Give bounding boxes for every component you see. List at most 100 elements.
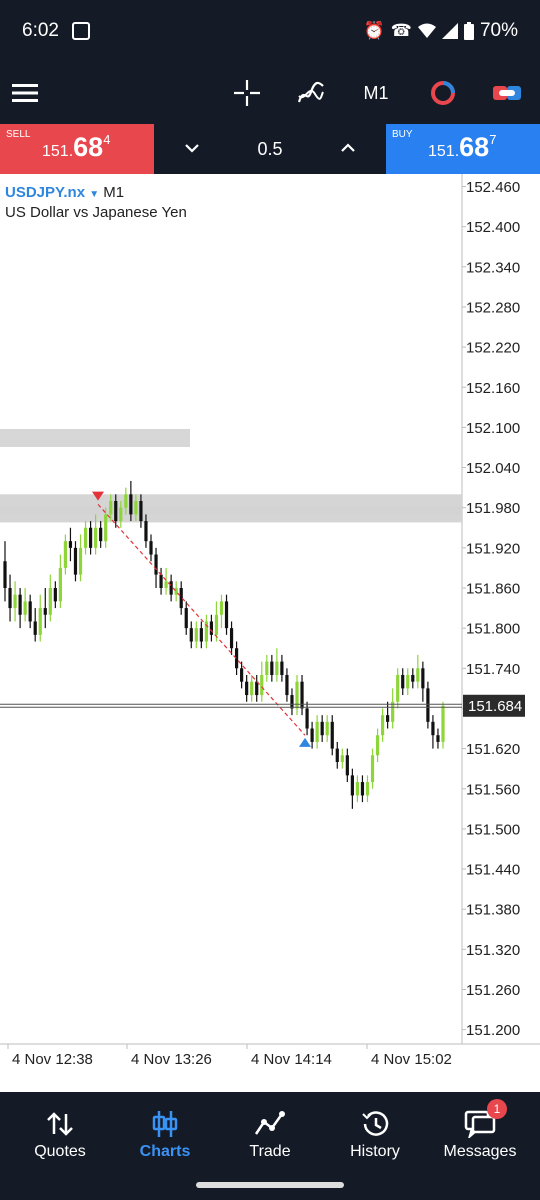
y-tick-label: 152.280 [466, 299, 520, 316]
candle-body [3, 561, 7, 588]
candle-body [8, 588, 12, 609]
candle-body [214, 614, 219, 635]
sell-price-prefix: 151. [42, 143, 74, 160]
candle-body [229, 628, 234, 649]
nav-history-label: History [350, 1143, 400, 1160]
indicators-button[interactable] [294, 76, 328, 110]
bottom-navigation: Quotes Charts Trade History Messages 1 [0, 1092, 540, 1200]
candle-body [23, 601, 27, 615]
home-indicator[interactable] [196, 1182, 344, 1188]
crosshair-button[interactable] [230, 76, 264, 110]
volume-increase-button[interactable] [336, 136, 360, 160]
nav-quotes-label: Quotes [34, 1143, 86, 1160]
y-tick-label: 151.740 [466, 661, 520, 678]
candle-body [411, 674, 415, 682]
nav-messages-label: Messages [443, 1143, 517, 1160]
chevron-down-icon [185, 144, 199, 153]
candle-body [134, 501, 138, 515]
candle-body [38, 608, 42, 635]
price-zone-rect [0, 494, 462, 515]
nav-history[interactable]: History [321, 1092, 429, 1172]
volume-value[interactable]: 0.5 [240, 139, 300, 160]
y-tick-label: 151.440 [466, 862, 520, 879]
sell-label: SELL [6, 129, 31, 140]
y-tick-label: 151.500 [466, 821, 520, 838]
status-icons: ⏰ ☎ 70% [364, 20, 518, 42]
one-click-trading-button[interactable] [490, 76, 524, 110]
candle-body [325, 721, 329, 736]
buy-price-sup: 7 [489, 132, 497, 147]
candle-body [340, 755, 344, 762]
nav-quotes[interactable]: Quotes [6, 1092, 114, 1172]
candle-body [13, 594, 17, 609]
nav-charts-label: Charts [139, 1143, 191, 1160]
candle-body [109, 501, 113, 515]
candle-body [28, 601, 32, 622]
candle-body [255, 681, 259, 696]
candle-body [285, 674, 289, 696]
candle-body [406, 674, 410, 689]
candle-body [104, 514, 108, 542]
candle-body [73, 547, 78, 575]
candle-body [421, 668, 425, 689]
timeframe-button[interactable]: M1 [352, 76, 400, 110]
chart-symbol-description: US Dollar vs Japanese Yen [5, 204, 187, 221]
crosshair-icon [234, 80, 260, 106]
candle-body [335, 748, 339, 762]
menu-button[interactable] [10, 76, 40, 110]
wifi-call-icon: ☎ [390, 21, 412, 40]
y-tick-label: 151.920 [466, 540, 520, 557]
candle-body [144, 521, 148, 542]
candle-body [33, 621, 37, 635]
y-tick-label: 152.460 [466, 179, 520, 196]
chart-area[interactable]: 152.460 152.400 152.340 152.280 152.220 152.1… [0, 174, 540, 1094]
y-tick-label: 151.380 [466, 902, 520, 919]
candle-body [139, 501, 143, 522]
candle-body [164, 581, 168, 588]
candle-body [43, 608, 47, 615]
nav-trade[interactable]: Trade [216, 1092, 324, 1172]
candle-body [355, 782, 360, 796]
candles-group [3, 480, 445, 809]
charts-icon [152, 1111, 178, 1137]
y-tick-label: 152.340 [466, 259, 520, 276]
trade-panel: SELL 151.684 0.5 BUY 151.687 [0, 124, 540, 174]
candle-body [360, 782, 365, 796]
candle-body [68, 541, 73, 548]
objects-button[interactable] [426, 76, 460, 110]
buy-button[interactable]: BUY 151.687 [386, 124, 540, 174]
x-tick-label: 4 Nov 15:02 [371, 1051, 452, 1068]
quotes-icon [47, 1112, 73, 1136]
buy-price: 151.687 [428, 132, 496, 163]
nav-messages[interactable]: Messages [426, 1092, 534, 1172]
candle-body [330, 721, 334, 749]
candle-body [401, 674, 405, 689]
trend-line [97, 503, 306, 736]
candle-body [365, 782, 370, 796]
candle-body [114, 501, 118, 522]
chart-symbol[interactable]: USDJPY.nx [5, 184, 85, 201]
candle-body [370, 755, 375, 783]
candle-body [436, 735, 440, 742]
nav-charts[interactable]: Charts [111, 1092, 219, 1172]
chart-object-zone [0, 429, 190, 447]
sell-button[interactable]: SELL 151.684 [0, 124, 154, 174]
y-tick-label: 151.860 [466, 581, 520, 598]
candle-body [240, 668, 244, 682]
candle-body [174, 588, 178, 595]
battery-icon [463, 22, 474, 40]
symbol-dropdown-icon[interactable]: ▼ [89, 189, 99, 200]
price-chart[interactable]: 152.460 152.400 152.340 152.280 152.220 152.1… [0, 174, 540, 1094]
candle-body [18, 594, 22, 615]
candle-body [375, 735, 380, 756]
candle-body [270, 661, 274, 675]
candle-body [219, 601, 224, 615]
buy-price-prefix: 151. [428, 143, 460, 160]
hamburger-icon [12, 84, 38, 102]
candle-body [199, 628, 203, 642]
volume-decrease-button[interactable] [180, 136, 204, 160]
candle-body [88, 527, 93, 548]
status-bar: 6:02 ⏰ ☎ 70% [0, 0, 540, 62]
history-icon [362, 1111, 389, 1136]
current-price-label: 151.684 [468, 698, 522, 715]
